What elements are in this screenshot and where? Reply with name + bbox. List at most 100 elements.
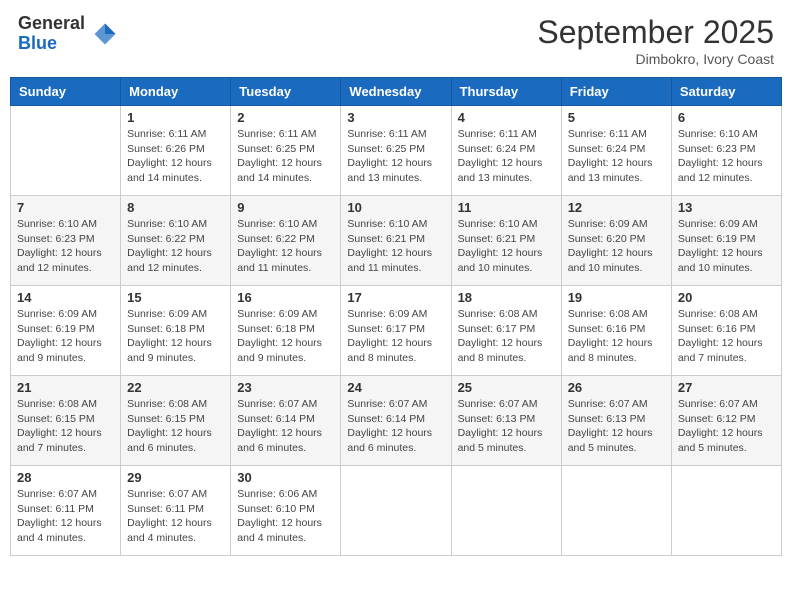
calendar-week-1: 1Sunrise: 6:11 AMSunset: 6:26 PMDaylight… xyxy=(11,106,782,196)
day-info: Sunrise: 6:07 AMSunset: 6:14 PMDaylight:… xyxy=(237,397,334,456)
calendar-cell xyxy=(561,466,671,556)
day-number: 6 xyxy=(678,110,775,125)
calendar-cell: 3 Sunrise: 6:11 AMSunset: 6:25 PMDaylight… xyxy=(341,106,451,196)
day-info: Sunrise: 6:07 AMSunset: 6:13 PMDaylight:… xyxy=(568,397,665,456)
day-number: 29 xyxy=(127,470,224,485)
calendar-cell xyxy=(11,106,121,196)
day-number: 18 xyxy=(458,290,555,305)
weekday-header-wednesday: Wednesday xyxy=(341,78,451,106)
day-info: Sunrise: 6:07 AMSunset: 6:14 PMDaylight:… xyxy=(347,397,444,456)
calendar-cell xyxy=(341,466,451,556)
day-number: 26 xyxy=(568,380,665,395)
day-number: 4 xyxy=(458,110,555,125)
day-info: Sunrise: 6:07 AMSunset: 6:11 PMDaylight:… xyxy=(127,487,224,546)
logo-text: General Blue xyxy=(18,14,85,54)
calendar-week-4: 21 Sunrise: 6:08 AMSunset: 6:15 PMDayligh… xyxy=(11,376,782,466)
calendar-cell: 13 Sunrise: 6:09 AMSunset: 6:19 PMDayligh… xyxy=(671,196,781,286)
calendar-cell: 9Sunrise: 6:10 AMSunset: 6:22 PMDaylight… xyxy=(231,196,341,286)
day-info: Sunrise: 6:09 AMSunset: 6:18 PMDaylight:… xyxy=(237,307,334,366)
day-info: Sunrise: 6:10 AMSunset: 6:21 PMDaylight:… xyxy=(347,217,444,276)
weekday-header-thursday: Thursday xyxy=(451,78,561,106)
logo-general: General xyxy=(18,14,85,34)
calendar-header-row: SundayMondayTuesdayWednesdayThursdayFrid… xyxy=(11,78,782,106)
calendar-cell: 21 Sunrise: 6:08 AMSunset: 6:15 PMDayligh… xyxy=(11,376,121,466)
day-number: 21 xyxy=(17,380,114,395)
logo-icon xyxy=(91,20,119,48)
day-number: 25 xyxy=(458,380,555,395)
day-info: Sunrise: 6:09 AMSunset: 6:17 PMDaylight:… xyxy=(347,307,444,366)
day-number: 16 xyxy=(237,290,334,305)
day-info: Sunrise: 6:11 AMSunset: 6:25 PMDaylight:… xyxy=(347,127,444,186)
day-number: 23 xyxy=(237,380,334,395)
day-number: 12 xyxy=(568,200,665,215)
day-info: Sunrise: 6:06 AMSunset: 6:10 PMDaylight:… xyxy=(237,487,334,546)
calendar-cell: 22 Sunrise: 6:08 AMSunset: 6:15 PMDayligh… xyxy=(121,376,231,466)
calendar-cell: 1Sunrise: 6:11 AMSunset: 6:26 PMDaylight… xyxy=(121,106,231,196)
day-info: Sunrise: 6:08 AMSunset: 6:17 PMDaylight:… xyxy=(458,307,555,366)
calendar-cell: 27Sunrise: 6:07 AMSunset: 6:12 PMDayligh… xyxy=(671,376,781,466)
calendar-cell xyxy=(451,466,561,556)
day-info: Sunrise: 6:11 AMSunset: 6:24 PMDaylight:… xyxy=(568,127,665,186)
day-number: 30 xyxy=(237,470,334,485)
day-number: 15 xyxy=(127,290,224,305)
logo-blue: Blue xyxy=(18,34,85,54)
calendar-cell: 17Sunrise: 6:09 AMSunset: 6:17 PMDayligh… xyxy=(341,286,451,376)
calendar-cell: 15 Sunrise: 6:09 AMSunset: 6:18 PMDayligh… xyxy=(121,286,231,376)
calendar-cell: 2Sunrise: 6:11 AMSunset: 6:25 PMDaylight… xyxy=(231,106,341,196)
calendar-cell: 29 Sunrise: 6:07 AMSunset: 6:11 PMDayligh… xyxy=(121,466,231,556)
calendar-week-2: 7Sunrise: 6:10 AMSunset: 6:23 PMDaylight… xyxy=(11,196,782,286)
month-title: September 2025 xyxy=(537,14,774,51)
calendar-cell: 11 Sunrise: 6:10 AMSunset: 6:21 PMDayligh… xyxy=(451,196,561,286)
page-header: General Blue September 2025 Dimbokro, Iv… xyxy=(10,10,782,71)
calendar-cell: 6 Sunrise: 6:10 AMSunset: 6:23 PMDaylight… xyxy=(671,106,781,196)
day-info: Sunrise: 6:08 AMSunset: 6:15 PMDaylight:… xyxy=(17,397,114,456)
day-info: Sunrise: 6:08 AMSunset: 6:16 PMDaylight:… xyxy=(678,307,775,366)
calendar-cell: 5 Sunrise: 6:11 AMSunset: 6:24 PMDaylight… xyxy=(561,106,671,196)
calendar-cell: 20 Sunrise: 6:08 AMSunset: 6:16 PMDayligh… xyxy=(671,286,781,376)
day-info: Sunrise: 6:09 AMSunset: 6:19 PMDaylight:… xyxy=(678,217,775,276)
calendar-cell: 19Sunrise: 6:08 AMSunset: 6:16 PMDayligh… xyxy=(561,286,671,376)
day-info: Sunrise: 6:10 AMSunset: 6:23 PMDaylight:… xyxy=(17,217,114,276)
calendar-cell: 26 Sunrise: 6:07 AMSunset: 6:13 PMDayligh… xyxy=(561,376,671,466)
weekday-header-tuesday: Tuesday xyxy=(231,78,341,106)
day-info: Sunrise: 6:09 AMSunset: 6:18 PMDaylight:… xyxy=(127,307,224,366)
day-info: Sunrise: 6:11 AMSunset: 6:25 PMDaylight:… xyxy=(237,127,334,186)
calendar-cell: 14Sunrise: 6:09 AMSunset: 6:19 PMDayligh… xyxy=(11,286,121,376)
calendar-cell: 25 Sunrise: 6:07 AMSunset: 6:13 PMDayligh… xyxy=(451,376,561,466)
day-info: Sunrise: 6:09 AMSunset: 6:19 PMDaylight:… xyxy=(17,307,114,366)
day-number: 5 xyxy=(568,110,665,125)
calendar-cell: 24 Sunrise: 6:07 AMSunset: 6:14 PMDayligh… xyxy=(341,376,451,466)
day-number: 20 xyxy=(678,290,775,305)
calendar-cell xyxy=(671,466,781,556)
calendar-cell: 10Sunrise: 6:10 AMSunset: 6:21 PMDayligh… xyxy=(341,196,451,286)
day-number: 27 xyxy=(678,380,775,395)
calendar-week-5: 28 Sunrise: 6:07 AMSunset: 6:11 PMDayligh… xyxy=(11,466,782,556)
calendar-table: SundayMondayTuesdayWednesdayThursdayFrid… xyxy=(10,77,782,556)
day-info: Sunrise: 6:10 AMSunset: 6:21 PMDaylight:… xyxy=(458,217,555,276)
location-subtitle: Dimbokro, Ivory Coast xyxy=(537,51,774,67)
calendar-cell: 23 Sunrise: 6:07 AMSunset: 6:14 PMDayligh… xyxy=(231,376,341,466)
day-number: 3 xyxy=(347,110,444,125)
day-number: 24 xyxy=(347,380,444,395)
day-info: Sunrise: 6:10 AMSunset: 6:23 PMDaylight:… xyxy=(678,127,775,186)
calendar-cell: 18 Sunrise: 6:08 AMSunset: 6:17 PMDayligh… xyxy=(451,286,561,376)
calendar-cell: 7Sunrise: 6:10 AMSunset: 6:23 PMDaylight… xyxy=(11,196,121,286)
day-info: Sunrise: 6:07 AMSunset: 6:13 PMDaylight:… xyxy=(458,397,555,456)
day-info: Sunrise: 6:10 AMSunset: 6:22 PMDaylight:… xyxy=(237,217,334,276)
calendar-cell: 28 Sunrise: 6:07 AMSunset: 6:11 PMDayligh… xyxy=(11,466,121,556)
day-number: 13 xyxy=(678,200,775,215)
weekday-header-friday: Friday xyxy=(561,78,671,106)
title-area: September 2025 Dimbokro, Ivory Coast xyxy=(537,14,774,67)
day-info: Sunrise: 6:07 AMSunset: 6:11 PMDaylight:… xyxy=(17,487,114,546)
calendar-week-3: 14Sunrise: 6:09 AMSunset: 6:19 PMDayligh… xyxy=(11,286,782,376)
weekday-header-monday: Monday xyxy=(121,78,231,106)
day-number: 11 xyxy=(458,200,555,215)
calendar-cell: 16 Sunrise: 6:09 AMSunset: 6:18 PMDayligh… xyxy=(231,286,341,376)
calendar-cell: 30 Sunrise: 6:06 AMSunset: 6:10 PMDayligh… xyxy=(231,466,341,556)
day-number: 22 xyxy=(127,380,224,395)
day-number: 28 xyxy=(17,470,114,485)
calendar-cell: 12Sunrise: 6:09 AMSunset: 6:20 PMDayligh… xyxy=(561,196,671,286)
day-info: Sunrise: 6:11 AMSunset: 6:24 PMDaylight:… xyxy=(458,127,555,186)
day-info: Sunrise: 6:10 AMSunset: 6:22 PMDaylight:… xyxy=(127,217,224,276)
day-info: Sunrise: 6:08 AMSunset: 6:15 PMDaylight:… xyxy=(127,397,224,456)
